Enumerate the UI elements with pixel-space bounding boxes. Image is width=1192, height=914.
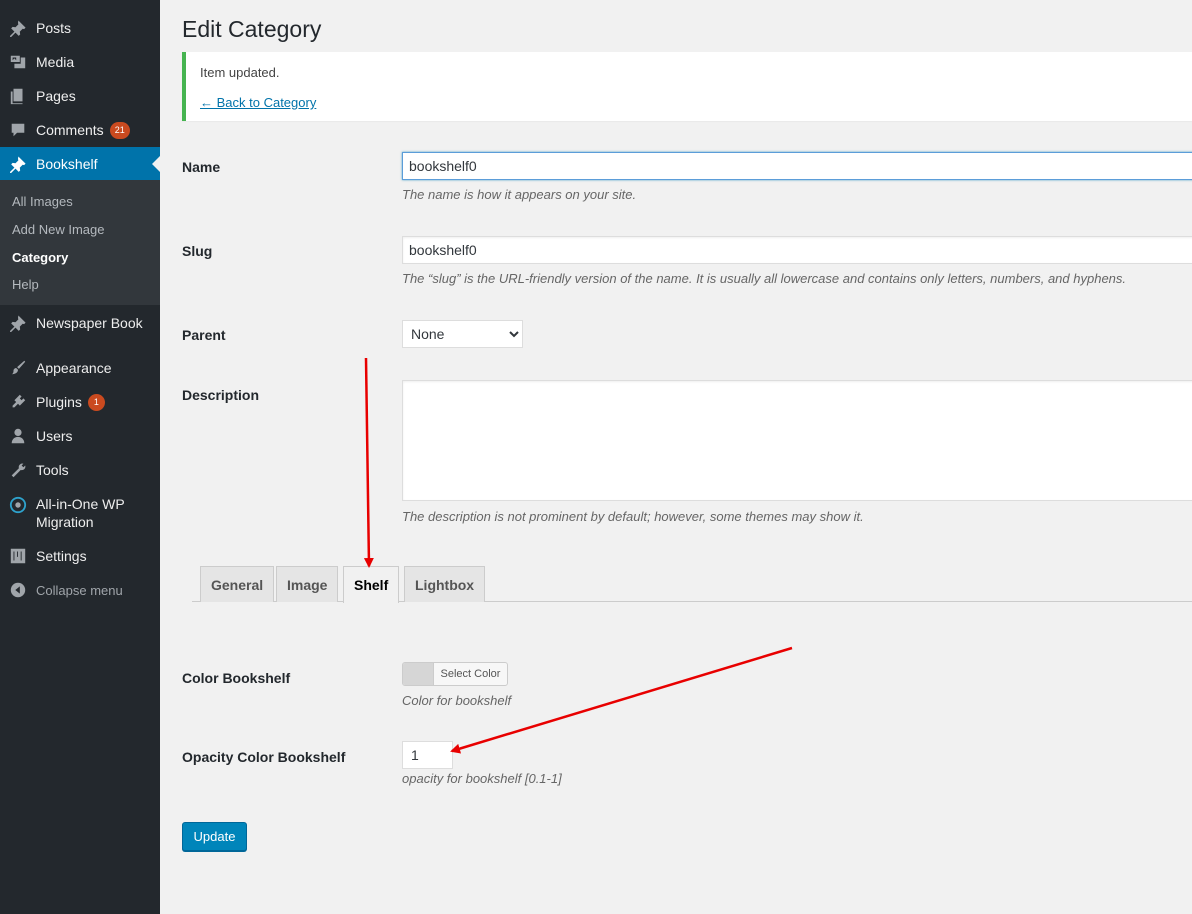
comments-count-badge: 21	[109, 121, 130, 139]
menu-label-line1: All-in-One WP	[36, 496, 125, 512]
tabs-divider	[192, 601, 1192, 602]
notice-message: Item updated.	[200, 65, 280, 80]
menu-item-media[interactable]: Media	[0, 45, 160, 79]
paintbrush-icon	[8, 358, 28, 378]
menu-label: Media	[36, 54, 75, 70]
pushpin-icon	[8, 313, 28, 333]
success-notice: Item updated. ← Back to Category	[182, 52, 1192, 121]
settings-icon	[8, 546, 28, 566]
menu-item-plugins[interactable]: Plugins 1	[0, 385, 160, 419]
migration-icon	[8, 495, 28, 515]
submenu-add-new-image[interactable]: Add New Image	[12, 222, 105, 237]
color-bookshelf-label: Color Bookshelf	[182, 670, 291, 686]
admin-sidebar: Posts Media Pages Comments 21 Bookshelf …	[0, 0, 160, 914]
menu-label: Tools	[36, 462, 69, 478]
color-bookshelf-help: Color for bookshelf	[402, 693, 512, 708]
bookshelf-submenu: All Images Add New Image Category Help	[0, 180, 160, 305]
back-to-category-link[interactable]: ← Back to Category	[200, 95, 316, 110]
menu-item-settings[interactable]: Settings	[0, 539, 160, 573]
opacity-input[interactable]	[402, 741, 453, 769]
description-textarea[interactable]	[402, 380, 1192, 501]
tab-label: Lightbox	[415, 576, 475, 593]
submenu-all-images[interactable]: All Images	[12, 194, 73, 209]
comment-icon	[8, 120, 28, 140]
opacity-help: opacity for bookshelf [0.1-1]	[402, 771, 562, 786]
slug-description: The “slug” is the URL-friendly version o…	[402, 271, 1127, 286]
menu-label: Settings	[36, 548, 87, 564]
menu-item-tools[interactable]: Tools	[0, 453, 160, 487]
menu-label: All-in-One WP Migration	[36, 495, 125, 531]
name-input[interactable]	[402, 152, 1192, 180]
menu-label: Plugins	[36, 394, 82, 410]
tab-label: Shelf	[354, 577, 389, 593]
page-title: Edit Category	[182, 16, 322, 42]
name-label: Name	[182, 159, 221, 175]
menu-label-line2: Migration	[36, 514, 94, 530]
tab-general[interactable]: General	[200, 566, 275, 602]
tab-label: General	[211, 576, 264, 593]
description-help: The description is not prominent by defa…	[402, 509, 864, 524]
media-icon	[8, 52, 28, 72]
menu-item-comments[interactable]: Comments 21	[0, 113, 160, 147]
menu-item-appearance[interactable]: Appearance	[0, 351, 160, 385]
plugin-icon	[8, 392, 28, 412]
menu-item-all-in-one-wp-migration[interactable]: All-in-One WP Migration	[0, 495, 160, 539]
pages-icon	[8, 86, 28, 106]
tab-image[interactable]: Image	[276, 566, 339, 602]
menu-label: Newspaper Book	[36, 315, 143, 331]
select-color-button[interactable]: Select Color	[402, 662, 508, 686]
pushpin-icon	[8, 18, 28, 38]
collapse-icon	[8, 580, 28, 600]
wrench-icon	[8, 460, 28, 480]
menu-item-pages[interactable]: Pages	[0, 79, 160, 113]
color-swatch	[403, 663, 434, 685]
menu-label: Comments	[36, 122, 104, 138]
name-description: The name is how it appears on your site.	[402, 187, 637, 202]
menu-label: Posts	[36, 20, 72, 36]
pushpin-icon	[8, 154, 28, 174]
menu-label: Collapse menu	[36, 582, 123, 598]
slug-input[interactable]	[402, 236, 1192, 264]
slug-label: Slug	[182, 243, 213, 259]
tab-lightbox[interactable]: Lightbox	[404, 566, 486, 602]
menu-item-newspaper-book[interactable]: Newspaper Book	[0, 306, 160, 340]
parent-label: Parent	[182, 327, 226, 343]
tab-shelf[interactable]: Shelf	[343, 566, 400, 603]
menu-label: Appearance	[36, 360, 112, 376]
collapse-menu-button[interactable]: Collapse menu	[0, 573, 160, 607]
main-content: Edit Category Item updated. ← Back to Ca…	[160, 0, 1192, 914]
tab-label: Image	[287, 576, 328, 593]
menu-label: Bookshelf	[36, 156, 98, 172]
submenu-category[interactable]: Category	[12, 250, 68, 265]
opacity-color-bookshelf-label: Opacity Color Bookshelf	[182, 749, 346, 765]
menu-item-bookshelf[interactable]: Bookshelf	[0, 147, 160, 181]
plugins-count-badge: 1	[87, 393, 105, 411]
menu-item-users[interactable]: Users	[0, 419, 160, 453]
submenu-help[interactable]: Help	[12, 277, 39, 292]
update-button[interactable]: Update	[182, 822, 247, 851]
parent-select[interactable]: None	[402, 320, 523, 348]
select-color-label: Select Color	[440, 668, 501, 680]
menu-label: Pages	[36, 88, 76, 104]
users-icon	[8, 426, 28, 446]
description-label: Description	[182, 387, 260, 403]
menu-label: Users	[36, 428, 73, 444]
menu-item-posts[interactable]: Posts	[0, 11, 160, 45]
